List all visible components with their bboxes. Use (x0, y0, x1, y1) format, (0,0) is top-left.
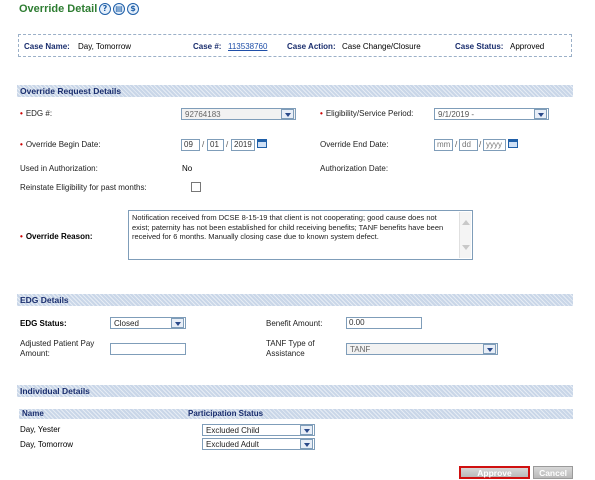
case-action-label: Case Action: (287, 42, 336, 51)
used-in-authorization-value: No (182, 164, 193, 173)
individual-details-header: Individual Details (17, 385, 573, 397)
table-row-name: Day, Yester (20, 425, 61, 434)
edg-number-label: • EDG #: (20, 109, 53, 118)
end-month-input[interactable]: mm (434, 139, 453, 151)
required-marker: • (320, 109, 323, 118)
case-status-value: Approved (510, 42, 545, 51)
override-reason-text: Notification received from DCSE 8-15-19 … (132, 213, 444, 241)
chevron-down-icon (300, 425, 313, 435)
required-marker: • (20, 109, 23, 118)
chevron-down-icon (300, 439, 313, 449)
participation-status-select[interactable]: Excluded Child (202, 424, 315, 436)
chevron-down-icon (534, 109, 547, 119)
page-title: Override Detail (19, 3, 98, 15)
required-marker: • (20, 232, 23, 241)
benefit-amount-label: Benefit Amount: (266, 319, 323, 328)
cancel-button[interactable]: Cancel (533, 466, 573, 479)
individual-table-header: Name Participation Status (19, 409, 573, 419)
reinstate-eligibility-label: Reinstate Eligibility for past months: (20, 183, 147, 192)
dollar-icon[interactable]: $ (127, 3, 139, 15)
document-icon[interactable]: ▤ (113, 3, 125, 15)
scroll-down-icon[interactable] (462, 245, 470, 250)
case-name-value: Day, Tomorrow (78, 42, 132, 51)
help-icon[interactable]: ? (99, 3, 111, 15)
edg-status-label: EDG Status: (20, 319, 67, 328)
tanf-type-select[interactable]: TANF (346, 343, 498, 355)
case-number-link[interactable]: 113538760 (228, 42, 267, 51)
approve-button[interactable]: Approve (459, 466, 530, 479)
reinstate-eligibility-checkbox[interactable] (191, 182, 201, 192)
edg-status-select[interactable]: Closed (110, 317, 186, 329)
adjusted-patient-pay-label: Adjusted Patient Pay Amount: (20, 339, 95, 358)
required-marker: • (20, 140, 23, 149)
chevron-down-icon (483, 344, 496, 354)
title-icons: ? ▤ $ (99, 3, 139, 15)
begin-month-input[interactable]: 09 (181, 139, 200, 151)
override-end-date-label: Override End Date: (320, 140, 389, 149)
table-row-name: Day, Tomorrow (20, 440, 74, 449)
override-reason-label: • Override Reason: (20, 232, 93, 241)
override-request-header: Override Request Details (17, 85, 573, 97)
name-column-header: Name (22, 409, 44, 418)
case-name-label: Case Name: (24, 42, 70, 51)
chevron-down-icon (171, 318, 184, 328)
end-day-input[interactable]: dd (459, 139, 478, 151)
override-begin-date-label: • Override Begin Date: (20, 140, 101, 149)
benefit-amount-input[interactable]: 0.00 (346, 317, 422, 329)
scroll-up-icon[interactable] (462, 220, 470, 225)
scrollbar[interactable] (459, 212, 471, 258)
participation-status-column-header: Participation Status (188, 409, 264, 418)
eligibility-period-label: • Eligibility/Service Period: (320, 109, 414, 118)
chevron-down-icon (281, 109, 294, 119)
case-status-label: Case Status: (455, 42, 504, 51)
calendar-icon[interactable] (257, 139, 267, 148)
case-action-value: Case Change/Closure (342, 42, 421, 51)
case-number-label: Case #: (193, 42, 222, 51)
adjusted-patient-pay-input[interactable] (110, 343, 186, 355)
eligibility-period-select[interactable]: 9/1/2019 - (434, 108, 549, 120)
begin-year-input[interactable]: 2019 (231, 139, 255, 151)
authorization-date-label: Authorization Date: (320, 164, 389, 173)
end-year-input[interactable]: yyyy (483, 139, 506, 151)
override-reason-textarea[interactable]: Notification received from DCSE 8-15-19 … (128, 210, 473, 260)
used-in-authorization-label: Used in Authorization: (20, 164, 98, 173)
edg-details-header: EDG Details (17, 294, 573, 306)
calendar-icon[interactable] (508, 139, 518, 148)
participation-status-select[interactable]: Excluded Adult (202, 438, 315, 450)
edg-number-select[interactable]: 92764183 (181, 108, 296, 120)
begin-day-input[interactable]: 01 (207, 139, 224, 151)
tanf-type-label: TANF Type of Assistance (266, 339, 315, 358)
